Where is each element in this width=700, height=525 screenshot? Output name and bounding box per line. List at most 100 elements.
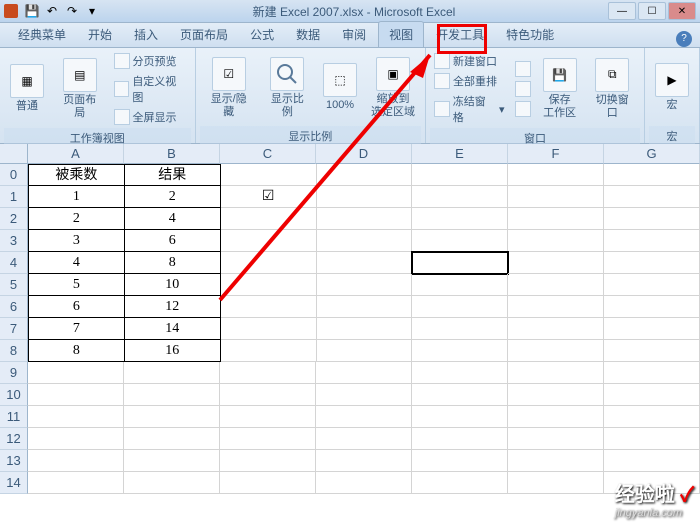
row-header[interactable]: 9 [0,362,28,384]
cell[interactable]: 6 [125,230,221,252]
cell[interactable]: 12 [125,296,221,318]
save-workspace-button[interactable]: 💾 保存 工作区 [537,51,583,127]
cell[interactable] [508,472,604,494]
cell[interactable]: 8 [125,252,221,274]
undo-icon[interactable]: ↶ [44,3,60,19]
cell[interactable] [604,362,700,384]
row-header[interactable]: 10 [0,384,28,406]
cell[interactable] [412,230,508,252]
cell[interactable] [124,428,220,450]
select-all-corner[interactable] [0,144,28,164]
cell[interactable] [412,296,508,318]
tab-features[interactable]: 特色功能 [496,22,564,47]
cell[interactable]: 16 [125,340,221,362]
cell[interactable] [220,362,316,384]
cell[interactable] [124,472,220,494]
cell[interactable] [221,164,317,186]
cell[interactable] [220,384,316,406]
new-window-button[interactable]: 新建窗口 [432,52,507,70]
cell[interactable] [412,274,508,296]
qat-more-icon[interactable]: ▾ [84,3,100,19]
cell[interactable]: 10 [125,274,221,296]
cell[interactable] [124,362,220,384]
cell[interactable] [508,450,604,472]
cell[interactable] [316,362,412,384]
cell[interactable] [317,296,413,318]
cell[interactable] [508,252,604,274]
cell[interactable] [220,406,316,428]
cell[interactable]: 2 [28,208,125,230]
col-header[interactable]: G [604,144,700,164]
cell[interactable] [221,274,317,296]
cell[interactable] [604,384,700,406]
arrange-all-button[interactable]: 全部重排 [432,72,507,90]
cell[interactable] [412,450,508,472]
row-header[interactable]: 6 [0,296,28,318]
cell[interactable] [604,164,700,186]
redo-icon[interactable]: ↷ [64,3,80,19]
cell[interactable] [412,406,508,428]
cell[interactable]: 1 [28,186,125,208]
tab-data[interactable]: 数据 [286,22,330,47]
cell[interactable] [317,252,413,274]
zoom-button[interactable]: 显示比例 [260,50,315,126]
col-header[interactable]: B [124,144,220,164]
col-header[interactable]: F [508,144,604,164]
zoom-100-button[interactable]: ⬚ 100% [317,50,363,126]
col-header[interactable]: D [316,144,412,164]
cell[interactable]: 3 [28,230,125,252]
cell[interactable] [412,472,508,494]
cell[interactable] [508,296,604,318]
cell[interactable] [412,164,508,186]
maximize-button[interactable]: ☐ [638,2,666,20]
freeze-panes-button[interactable]: 冻结窗格 ▾ [432,92,507,126]
tab-classic[interactable]: 经典菜单 [8,22,76,47]
switch-window-button[interactable]: ⧉ 切换窗口 [585,51,640,127]
cell[interactable] [316,450,412,472]
cell[interactable] [508,274,604,296]
cell[interactable] [412,362,508,384]
cell[interactable] [412,384,508,406]
cell[interactable] [508,340,604,362]
row-header[interactable]: 1 [0,186,28,208]
cell[interactable] [604,340,700,362]
split-button[interactable] [513,60,533,78]
cell[interactable] [221,208,317,230]
zoom-selection-button[interactable]: ▣ 缩放到 选定区域 [365,50,421,126]
cell[interactable] [220,472,316,494]
cell[interactable] [28,450,124,472]
tab-home[interactable]: 开始 [78,22,122,47]
cell[interactable] [317,164,413,186]
cell[interactable] [604,296,700,318]
cell[interactable] [604,406,700,428]
cell[interactable]: ☑ [221,186,317,208]
cell[interactable] [508,384,604,406]
cell[interactable]: 6 [28,296,125,318]
cell[interactable] [221,230,317,252]
row-header[interactable]: 12 [0,428,28,450]
cell[interactable] [124,406,220,428]
cell[interactable] [124,384,220,406]
showhide-button[interactable]: ☑ 显示/隐藏 [200,50,258,126]
row-header[interactable]: 11 [0,406,28,428]
cell[interactable] [316,384,412,406]
cell[interactable]: 5 [28,274,125,296]
save-icon[interactable]: 💾 [24,3,40,19]
tab-insert[interactable]: 插入 [124,22,168,47]
cell[interactable] [508,186,604,208]
cell[interactable] [604,274,700,296]
cell[interactable] [316,428,412,450]
cell[interactable] [317,318,413,340]
cell[interactable] [317,208,413,230]
cell[interactable] [220,450,316,472]
cell[interactable] [508,362,604,384]
pagelayout-view-button[interactable]: ▤ 页面布局 [52,51,108,127]
cell[interactable] [221,296,317,318]
row-header[interactable]: 2 [0,208,28,230]
cell[interactable]: 4 [125,208,221,230]
row-header[interactable]: 8 [0,340,28,362]
cell[interactable] [317,340,413,362]
cell[interactable] [28,362,124,384]
cell[interactable] [220,428,316,450]
cell[interactable] [508,208,604,230]
